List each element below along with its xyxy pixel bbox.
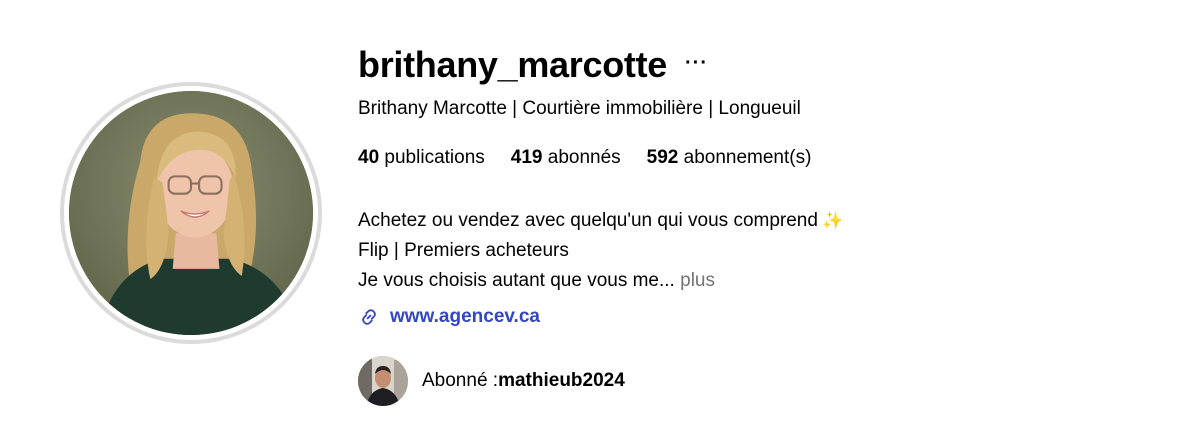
stat-following[interactable]: 592 abonnement(s): [647, 146, 812, 170]
bio-line-3-text: Je vous choisis autant que vous me...: [358, 270, 675, 291]
bio-line-1: Achetez ou vendez avec quelqu'un qui vou…: [358, 206, 843, 236]
bio-line-2: Flip | Premiers acheteurs: [358, 240, 569, 261]
profile-username: brithany_marcotte: [358, 44, 667, 85]
followed-by[interactable]: Abonné : mathieub2024: [358, 356, 625, 406]
profile-bio: Achetez ou vendez avec quelqu'un qui vou…: [358, 206, 843, 296]
website-link[interactable]: www.agencev.ca: [358, 306, 540, 328]
username-row: brithany_marcotte ···: [358, 40, 1158, 90]
avatar-portrait-illustration: [69, 91, 313, 335]
followers-count: 419: [510, 147, 543, 168]
profile-avatar[interactable]: [60, 82, 322, 344]
profile-info: brithany_marcotte ··· Brithany Marcotte …: [358, 40, 1158, 406]
link-icon: [362, 309, 376, 325]
avatar-photo: [69, 91, 313, 335]
followed-by-username[interactable]: mathieub2024: [498, 370, 625, 392]
bio-line-3: Je vous choisis autant que vous me... pl…: [358, 266, 843, 296]
follower-portrait-illustration: [358, 356, 408, 406]
bio-line-1-text: Achetez ou vendez avec quelqu'un qui vou…: [358, 210, 818, 231]
profile-stats: 40 publications 419 abonnés 592 abonneme…: [358, 146, 837, 170]
followers-label: abonnés: [547, 147, 621, 168]
stat-followers[interactable]: 419 abonnés: [511, 146, 621, 170]
avatar-inner-border: [64, 86, 318, 340]
profile-full-name: Brithany Marcotte | Courtière immobilièr…: [358, 98, 801, 119]
posts-label: publications: [384, 147, 485, 168]
following-label: abonnement(s): [683, 147, 812, 168]
following-count: 592: [646, 147, 679, 168]
posts-count: 40: [358, 147, 380, 168]
more-options-icon[interactable]: ···: [685, 53, 708, 77]
website-url: www.agencev.ca: [390, 306, 540, 327]
bio-more-link[interactable]: plus: [680, 270, 715, 291]
sparkles-emoji: ✨: [821, 211, 844, 230]
follower-avatar[interactable]: [358, 356, 408, 406]
stat-posts: 40 publications: [358, 146, 485, 170]
followed-by-prefix: Abonné :: [422, 370, 499, 391]
